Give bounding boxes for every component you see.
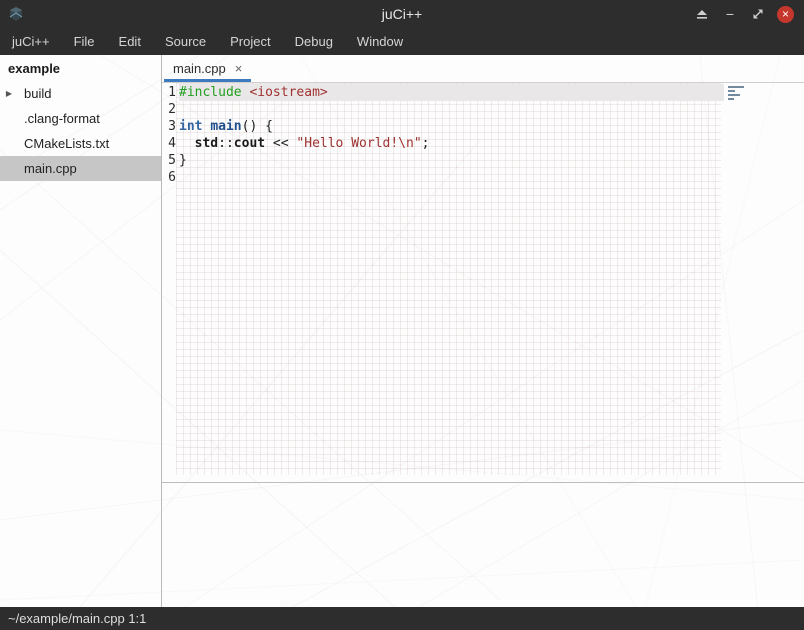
line-content[interactable] [179,101,724,118]
output-panel[interactable] [162,482,804,607]
code-token [179,136,195,151]
menu-project[interactable]: Project [218,28,282,55]
code-token: "Hello World!\n" [296,136,421,151]
menu-debug[interactable]: Debug [283,28,345,55]
menu-window[interactable]: Window [345,28,415,55]
restore-icon[interactable] [749,5,767,23]
code-token: #include [179,85,242,100]
line-content[interactable]: } [179,152,724,169]
overview-dash [728,90,735,92]
title-bar: juCi++ − × [0,0,804,28]
menu-edit[interactable]: Edit [107,28,153,55]
line-number: 5 [162,152,176,169]
tree-item-label: main.cpp [18,161,77,176]
tree-item-build[interactable]: ▶ build [0,81,161,106]
app-icon [7,5,25,23]
eject-icon[interactable] [693,5,711,23]
code-token: cout [234,136,265,151]
code-token: << [265,136,296,151]
file-tree: example ▶ build .clang-format CMakeLists… [0,55,162,607]
tree-item-label: build [18,86,51,101]
menu-jucipp[interactable]: juCi++ [0,28,62,55]
tree-item-main-cpp[interactable]: main.cpp [0,156,161,181]
close-button[interactable]: × [777,6,794,23]
code-token: std [195,136,218,151]
overview-dash [728,94,740,96]
editor-column: main.cpp × 1 #include <iostream> 2 [162,55,804,607]
tab-bar: main.cpp × [162,55,804,83]
menu-bar: juCi++ File Edit Source Project Debug Wi… [0,28,804,55]
code-token: () { [242,119,273,134]
minimize-button[interactable]: − [721,5,739,23]
tree-item-cmakelists[interactable]: CMakeLists.txt [0,131,161,156]
code-token: ; [422,136,430,151]
code-token: int [179,119,202,134]
code-overview-marks [728,86,750,102]
tree-item-label: .clang-format [18,111,100,126]
code-editor[interactable]: 1 #include <iostream> 2 3 int main() { 4… [162,83,804,482]
status-file-position: ~/example/main.cpp 1:1 [8,611,146,626]
code-line-6[interactable]: 6 [162,169,724,186]
code-lines: 1 #include <iostream> 2 3 int main() { 4… [162,84,724,186]
tree-item-clang-format[interactable]: .clang-format [0,106,161,131]
line-content[interactable]: std::cout << "Hello World!\n"; [179,135,724,152]
juci-window: juCi++ − × juCi++ File Edit Sourc [0,0,804,630]
tab-close-icon[interactable]: × [235,62,243,75]
overview-dash [728,98,734,100]
line-number: 6 [162,169,176,186]
expander-icon[interactable]: ▶ [0,89,18,98]
overview-dash [728,86,744,88]
line-number: 1 [162,84,176,101]
status-bar: ~/example/main.cpp 1:1 [0,607,804,630]
window-controls: − × [693,5,804,23]
menu-source[interactable]: Source [153,28,218,55]
code-line-1[interactable]: 1 #include <iostream> [162,84,724,101]
tree-item-label: CMakeLists.txt [18,136,109,151]
code-line-3[interactable]: 3 int main() { [162,118,724,135]
code-token: } [179,153,187,168]
tab-main-cpp[interactable]: main.cpp × [162,55,253,82]
tab-label: main.cpp [173,61,226,76]
code-line-4[interactable]: 4 std::cout << "Hello World!\n"; [162,135,724,152]
line-number: 3 [162,118,176,135]
code-line-5[interactable]: 5 } [162,152,724,169]
content-area: example ▶ build .clang-format CMakeLists… [0,55,804,607]
code-token: :: [218,136,234,151]
line-content[interactable] [179,169,724,186]
window-title: juCi++ [0,6,804,22]
line-content[interactable]: int main() { [179,118,724,135]
code-token: main [210,119,241,134]
line-number: 4 [162,135,176,152]
code-line-2[interactable]: 2 [162,101,724,118]
code-token: <iostream> [249,85,327,100]
line-number: 2 [162,101,176,118]
line-content[interactable]: #include <iostream> [179,84,724,101]
menu-file[interactable]: File [62,28,107,55]
tree-root-example[interactable]: example [0,55,161,81]
